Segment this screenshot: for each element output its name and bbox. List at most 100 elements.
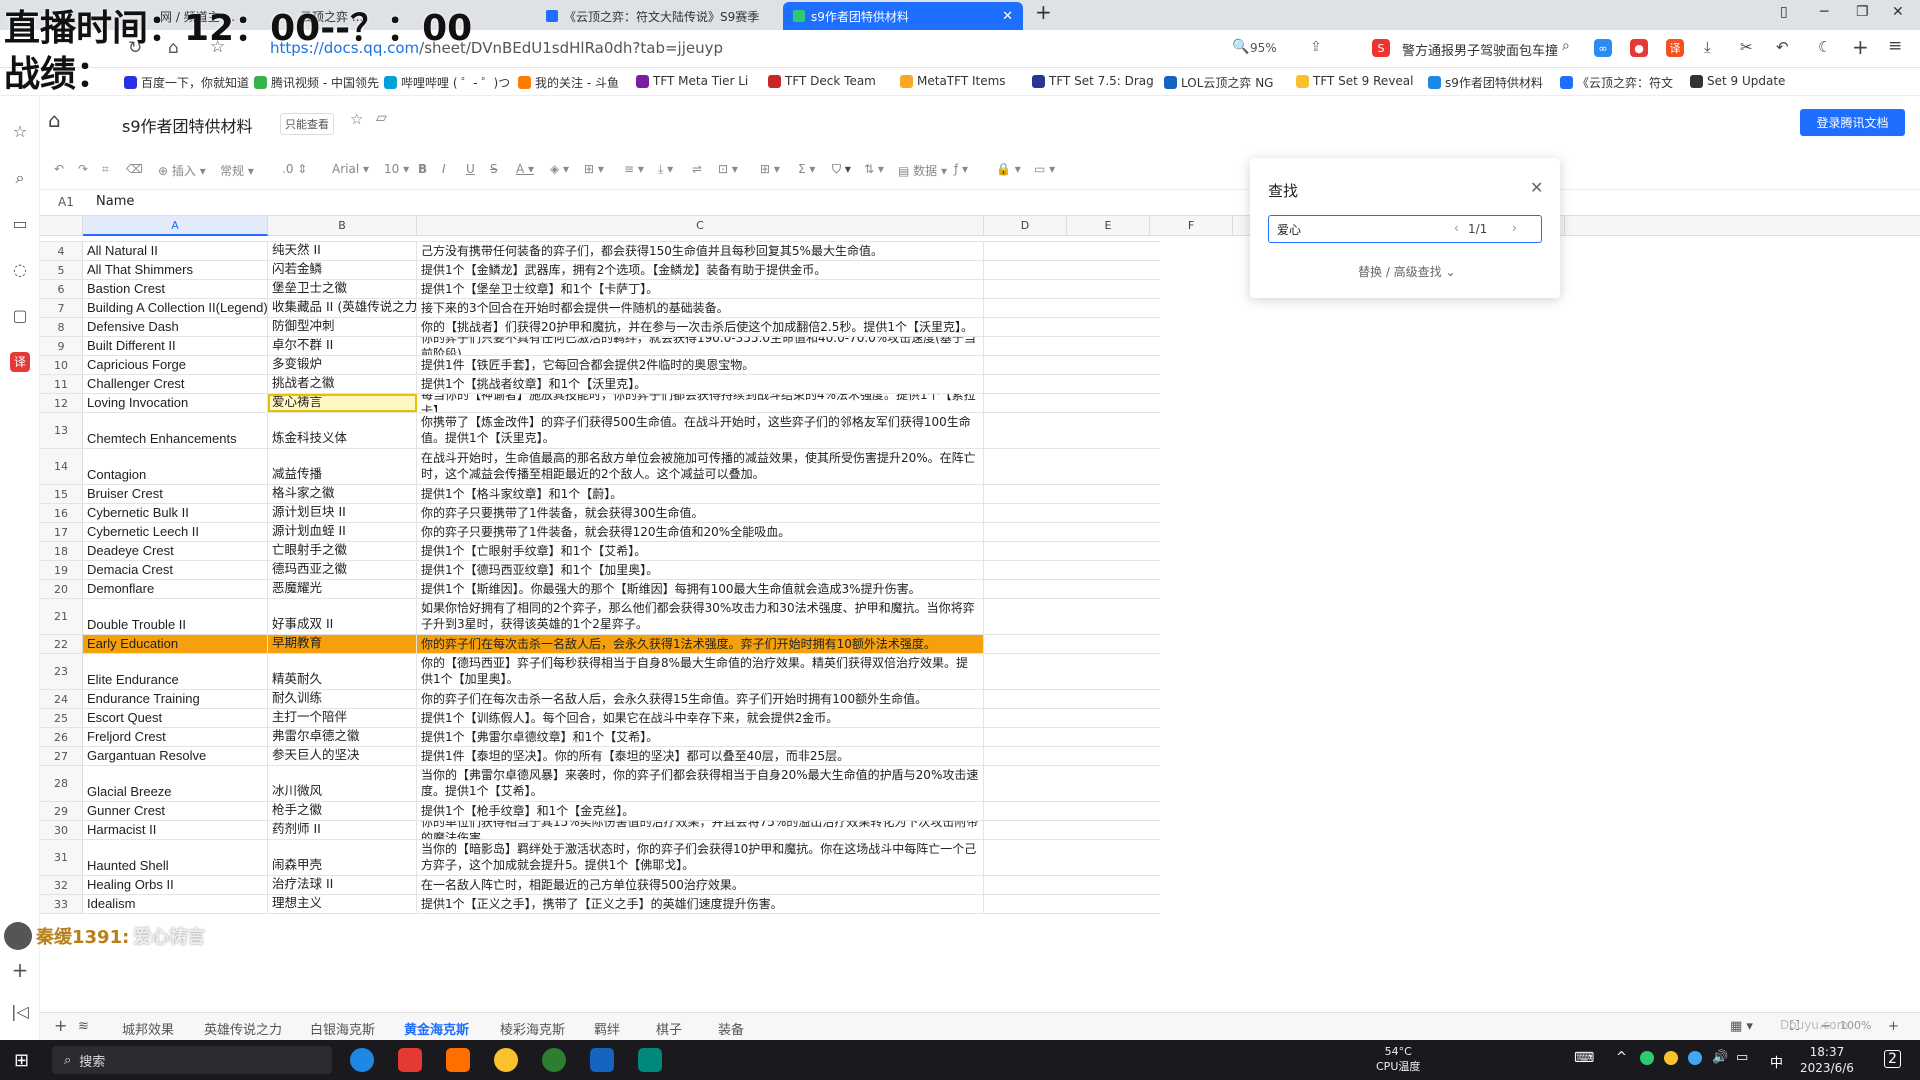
view-mode-icon[interactable]: ▦ ▾ bbox=[1730, 1019, 1753, 1034]
cell-description[interactable]: 接下来的3个回合在开始时都会提供一件随机的基础装备。 bbox=[417, 299, 984, 317]
cell-description[interactable]: 提供1个【金鳞龙】武器库，拥有2个选项。【金鳞龙】装备有助于提供金币。 bbox=[417, 261, 984, 279]
row-number[interactable]: 23 bbox=[40, 654, 83, 689]
favorite-icon[interactable]: ☆ bbox=[350, 110, 363, 128]
cell-english-name[interactable]: Cybernetic Bulk II bbox=[83, 504, 268, 522]
keyboard-icon[interactable]: ⌨ bbox=[1574, 1050, 1594, 1066]
menu-icon[interactable]: ≡ bbox=[1888, 36, 1902, 56]
cut-icon[interactable]: ✂ bbox=[1740, 38, 1753, 56]
cell-chinese-name[interactable]: 耐久训练 bbox=[268, 690, 417, 708]
cell-description[interactable]: 你的【挑战者】们获得20护甲和魔抗，并在参与一次击杀后使这个加成翻倍2.5秒。提… bbox=[417, 318, 984, 336]
cell-english-name[interactable]: Glacial Breeze bbox=[83, 766, 268, 801]
function-icon[interactable]: ƒ ▾ bbox=[954, 162, 968, 176]
cell-chinese-name[interactable]: 挑战者之徽 bbox=[268, 375, 417, 393]
cell-description[interactable]: 己方没有携带任何装备的弈子们，都会获得150生命值并且每秒回复其5%最大生命值。 bbox=[417, 242, 984, 260]
sheet-tab[interactable]: 白银海克斯 bbox=[310, 1019, 375, 1038]
number-format-select[interactable]: 常规 ▾ bbox=[220, 162, 254, 179]
row-number[interactable]: 4 bbox=[40, 242, 83, 260]
minimize-icon[interactable]: ─ bbox=[1820, 4, 1828, 20]
cell-chinese-name[interactable]: 恶魔耀光 bbox=[268, 580, 417, 598]
data-menu[interactable]: ▤ 数据 ▾ bbox=[898, 162, 947, 179]
row-number[interactable]: 7 bbox=[40, 299, 83, 317]
row-number[interactable]: 6 bbox=[40, 280, 83, 298]
cell-description[interactable]: 当你的【弗雷尔卓德风暴】来袭时，你的弈子们都会获得相当于自身20%最大生命值的护… bbox=[417, 766, 984, 801]
sheet-tab[interactable]: 羁绊 bbox=[594, 1019, 620, 1038]
sheet-tab-active[interactable]: 黄金海克斯 bbox=[404, 1019, 470, 1042]
formula-input[interactable]: Name bbox=[96, 194, 134, 209]
cell-description[interactable]: 你携带了【炼金改件】的弈子们获得500生命值。在战斗开始时，这些弈子们的邻格友军… bbox=[417, 413, 984, 448]
wrap-icon[interactable]: ⇌ bbox=[692, 162, 702, 176]
undo-icon[interactable]: ↶ bbox=[54, 162, 64, 176]
maximize-icon[interactable]: ❐ bbox=[1856, 4, 1869, 20]
extension-record-icon[interactable]: ● bbox=[1630, 39, 1648, 57]
game-app-icon[interactable] bbox=[398, 1048, 422, 1072]
bookmark-item[interactable]: TFT Set 9 Reveal bbox=[1296, 74, 1414, 88]
translate-icon[interactable]: 译 bbox=[1666, 39, 1684, 57]
cell-description[interactable]: 你的【德玛西亚】弈子们每秒获得相当于自身8%最大生命值的治疗效果。精英们获得双倍… bbox=[417, 654, 984, 689]
cell-chinese-name[interactable]: 纯天然 II bbox=[268, 242, 417, 260]
row-number[interactable]: 22 bbox=[40, 635, 83, 653]
bookmark-item[interactable]: LOL云顶之弈 NG bbox=[1164, 74, 1273, 91]
row-number[interactable]: 21 bbox=[40, 599, 83, 634]
cell-english-name[interactable]: Contagion bbox=[83, 449, 268, 484]
insert-menu[interactable]: ⊕ 插入 ▾ bbox=[158, 162, 206, 179]
cell-chinese-name[interactable]: 防御型冲刺 bbox=[268, 318, 417, 336]
book-icon[interactable]: ▭ bbox=[10, 214, 30, 234]
cell-english-name[interactable]: Built Different II bbox=[83, 337, 268, 355]
sheet-tab[interactable]: 城邦效果 bbox=[122, 1019, 174, 1038]
cell-description[interactable]: 你的弈子们在每次击杀一名敌人后，会永久获得15生命值。弈子们开始时拥有100额外… bbox=[417, 690, 984, 708]
row-number[interactable]: 29 bbox=[40, 802, 83, 820]
more-icon[interactable]: ▭ ▾ bbox=[1034, 162, 1055, 176]
row-number[interactable]: 8 bbox=[40, 318, 83, 336]
row-number[interactable]: 24 bbox=[40, 690, 83, 708]
cell-english-name[interactable]: Cybernetic Leech II bbox=[83, 523, 268, 541]
cell-chinese-name[interactable]: 主打一个陪伴 bbox=[268, 709, 417, 727]
clear-format-icon[interactable]: ⌫ bbox=[126, 162, 143, 176]
cell-english-name[interactable]: Bruiser Crest bbox=[83, 485, 268, 503]
cell-chinese-name[interactable]: 堡垒卫士之徽 bbox=[268, 280, 417, 298]
cell-english-name[interactable]: Healing Orbs II bbox=[83, 876, 268, 894]
cell-description[interactable]: 你的单位们获得相当于其15%实际伤害值的治疗效果，并且会将75%的溢出治疗效果转… bbox=[417, 821, 984, 839]
dark-mode-icon[interactable]: ☾ bbox=[1818, 38, 1831, 56]
row-number[interactable]: 26 bbox=[40, 728, 83, 746]
search-icon[interactable]: ⌕ bbox=[10, 168, 30, 188]
media-app-icon[interactable] bbox=[446, 1048, 470, 1072]
search-icon[interactable]: ⌕ bbox=[1562, 38, 1570, 54]
cell-english-name[interactable]: Deadeye Crest bbox=[83, 542, 268, 560]
cell-english-name[interactable]: Demonflare bbox=[83, 580, 268, 598]
italic-icon[interactable]: I bbox=[442, 162, 446, 176]
cell-english-name[interactable]: All Natural II bbox=[83, 242, 268, 260]
cell-chinese-name[interactable]: 闹森甲壳 bbox=[268, 840, 417, 875]
cell-english-name[interactable]: Idealism bbox=[83, 895, 268, 913]
row-number[interactable]: 20 bbox=[40, 580, 83, 598]
home-icon[interactable]: ⌂ bbox=[48, 108, 61, 132]
cell-description[interactable]: 提供1个【正义之手】，携带了【正义之手】的英雄们速度提升伤害。 bbox=[417, 895, 984, 913]
chrome-app-icon[interactable] bbox=[494, 1048, 518, 1072]
cell-english-name[interactable]: Freljord Crest bbox=[83, 728, 268, 746]
row-number[interactable]: 25 bbox=[40, 709, 83, 727]
browser-search-field[interactable]: 警方通报男子驾驶面包车撞 bbox=[1402, 40, 1558, 59]
border-icon[interactable]: ⊞ ▾ bbox=[584, 162, 604, 176]
column-header-c[interactable]: C bbox=[417, 216, 984, 236]
cell-english-name[interactable]: Haunted Shell bbox=[83, 840, 268, 875]
view-mode-badge[interactable]: 只能查看 bbox=[280, 113, 334, 135]
underline-icon[interactable]: U bbox=[466, 162, 475, 176]
column-header-e[interactable]: E bbox=[1067, 216, 1150, 236]
cell-chinese-name[interactable]: 源计划巨块 II bbox=[268, 504, 417, 522]
cell-chinese-name[interactable]: 弗雷尔卓德之徽 bbox=[268, 728, 417, 746]
row-number[interactable]: 16 bbox=[40, 504, 83, 522]
lock-icon[interactable]: 🔒 ▾ bbox=[996, 162, 1021, 176]
cell-chinese-name[interactable]: 冰川微风 bbox=[268, 766, 417, 801]
tray-app-icon[interactable] bbox=[1688, 1051, 1702, 1065]
bold-icon[interactable]: B bbox=[418, 162, 427, 176]
freeze-icon[interactable]: ⊞ ▾ bbox=[760, 162, 780, 176]
windows-start-icon[interactable]: ⊞ bbox=[14, 1050, 29, 1071]
cell-english-name[interactable]: Building A Collection II(Legend) bbox=[83, 299, 268, 317]
cell-english-name[interactable]: Escort Quest bbox=[83, 709, 268, 727]
find-input[interactable]: 爱心 bbox=[1268, 215, 1542, 243]
bookmark-item[interactable]: MetaTFT Items bbox=[900, 74, 1006, 88]
row-number[interactable]: 19 bbox=[40, 561, 83, 579]
bookmark-item[interactable]: TFT Meta Tier Li bbox=[636, 74, 748, 88]
row-number[interactable]: 13 bbox=[40, 413, 83, 448]
cell-chinese-name[interactable]: 减益传播 bbox=[268, 449, 417, 484]
cell-chinese-name[interactable]: 精英耐久 bbox=[268, 654, 417, 689]
